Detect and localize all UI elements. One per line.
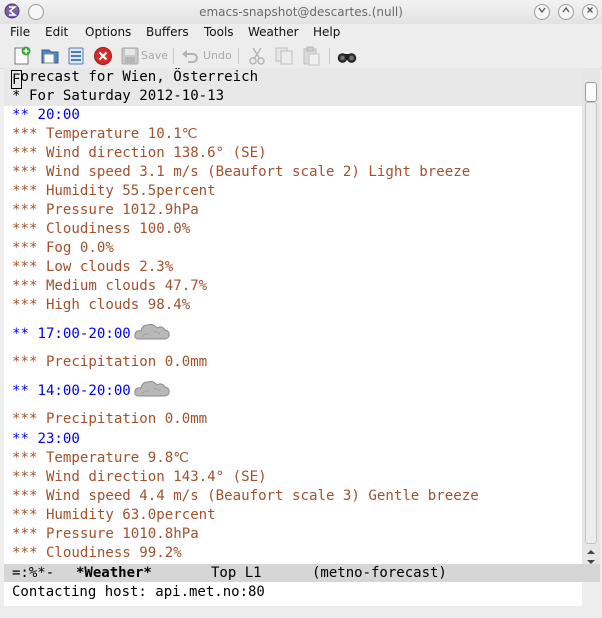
time-heading: ** 20:00 <box>12 107 80 123</box>
period-heading: ** 17:00-20:00 <box>12 320 171 342</box>
menu-weather[interactable]: Weather <box>248 25 299 39</box>
scrollbar-thumb[interactable] <box>585 82 597 102</box>
mode-line[interactable]: =:%*- *Weather* Top L1 (metno-forecast) <box>4 564 600 582</box>
echo-area[interactable]: Contacting host: api.met.no:80 <box>4 582 582 606</box>
window-title: emacs-snapshot@descartes.(null) <box>199 5 403 19</box>
close-button[interactable] <box>582 4 598 20</box>
pressure-line: *** Pressure 1010.8hPa <box>12 526 199 542</box>
wind-speed-line: *** Wind speed 3.1 m/s (Beaufort scale 2… <box>12 164 471 180</box>
vertical-scrollbar[interactable] <box>582 68 600 564</box>
period-heading-text: ** 17:00-20:00 <box>12 326 131 342</box>
cloudiness-line: *** Cloudiness 100.0% <box>12 221 191 237</box>
pressure-line: *** Pressure 1012.9hPa <box>12 202 199 218</box>
save-button-label[interactable]: Save <box>141 49 168 62</box>
undo-button-label[interactable]: Undo <box>203 49 232 62</box>
echo-message: Contacting host: api.met.no:80 <box>12 584 265 600</box>
menu-tools[interactable]: Tools <box>204 25 234 39</box>
wind-direction-line: *** Wind direction 143.4° (SE) <box>12 469 267 485</box>
search-icon[interactable] <box>337 46 357 66</box>
scrollbar-track[interactable] <box>585 102 597 544</box>
humidity-line: *** Humidity 63.0percent <box>12 507 216 523</box>
open-file-icon[interactable] <box>40 46 60 66</box>
modeline-major-mode[interactable]: (metno-forecast) <box>312 564 447 582</box>
chevron-up-icon <box>562 6 570 13</box>
window-bottom-edge <box>0 606 602 618</box>
tool-bar: Save Undo <box>0 44 602 69</box>
chevron-down-icon <box>538 7 546 14</box>
copy-icon[interactable] <box>274 46 294 66</box>
precipitation-line: *** Precipitation 0.0mm <box>12 411 208 427</box>
wind-direction-line: *** Wind direction 138.6° (SE) <box>12 145 267 161</box>
text-cursor: F <box>11 70 22 89</box>
period-heading-text: ** 14:00-20:00 <box>12 383 131 399</box>
open-directory-icon[interactable] <box>66 46 86 66</box>
fog-line: *** Fog 0.0% <box>12 240 114 256</box>
emacs-window: emacs-snapshot@descartes.(null) File Edi… <box>0 0 602 618</box>
toolbar-separator <box>173 48 174 64</box>
weather-buffer[interactable]: Forecast for Wien, Österreich * For Satu… <box>4 68 582 564</box>
high-clouds-line: *** High clouds 98.4% <box>12 297 191 313</box>
humidity-line: *** Humidity 55.5percent <box>12 183 216 199</box>
minimize-button[interactable] <box>534 4 550 20</box>
medium-clouds-line: *** Medium clouds 47.7% <box>12 278 208 294</box>
low-clouds-line: *** Low clouds 2.3% <box>12 259 174 275</box>
undo-icon[interactable] <box>180 46 200 66</box>
modeline-buffer-name[interactable]: *Weather* <box>76 564 152 582</box>
forecast-heading: Forecast for Wien, Österreich <box>11 68 259 89</box>
new-file-icon[interactable] <box>12 46 32 66</box>
menu-bar: File Edit Options Buffers Tools Weather … <box>0 24 602 44</box>
title-bar[interactable]: emacs-snapshot@descartes.(null) <box>0 0 602 24</box>
cloud-icon <box>134 380 170 397</box>
save-icon[interactable] <box>120 46 140 66</box>
close-buffer-icon[interactable] <box>93 46 113 66</box>
cloudiness-line: *** Cloudiness 99.2% <box>12 545 182 561</box>
menu-options[interactable]: Options <box>85 25 131 39</box>
paste-icon[interactable] <box>301 46 321 66</box>
menu-buffers[interactable]: Buffers <box>146 25 189 39</box>
menu-file[interactable]: File <box>10 25 30 39</box>
forecast-heading-text: orecast for Wien, Österreich <box>20 69 259 85</box>
modeline-position: Top L1 <box>211 565 262 581</box>
cut-icon[interactable] <box>247 46 267 66</box>
day-heading: * For Saturday 2012-10-13 <box>12 88 225 104</box>
time-heading: ** 23:00 <box>12 431 80 447</box>
close-icon <box>587 7 593 13</box>
maximize-button[interactable] <box>558 4 574 20</box>
temperature-line: *** Temperature 10.1℃ <box>12 126 198 142</box>
cloud-icon <box>134 323 170 340</box>
toolbar-separator <box>238 48 239 64</box>
menu-edit[interactable]: Edit <box>45 25 68 39</box>
modeline-status: =:%*- <box>12 565 55 581</box>
menu-help[interactable]: Help <box>313 25 340 39</box>
period-heading: ** 14:00-20:00 <box>12 377 171 399</box>
precipitation-line: *** Precipitation 0.0mm <box>12 354 208 370</box>
temperature-line: *** Temperature 9.8℃ <box>12 450 190 466</box>
toolbar-separator <box>329 48 330 64</box>
wind-speed-line: *** Wind speed 4.4 m/s (Beaufort scale 3… <box>12 488 479 504</box>
